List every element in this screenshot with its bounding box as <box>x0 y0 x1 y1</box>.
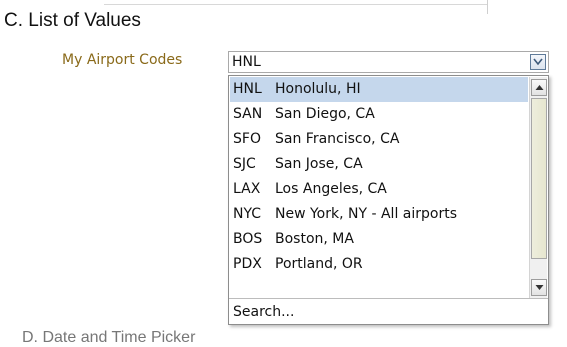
options-list: HNL Honolulu, HI SAN San Diego, CA SFO San Fr… <box>230 77 528 298</box>
option-name: Boston, MA <box>275 231 354 247</box>
dropdown-toggle-button[interactable] <box>530 54 546 70</box>
option-code: LAX <box>233 181 261 197</box>
arrow-up-icon <box>535 85 544 90</box>
option-nyc[interactable]: NYC New York, NY - All airports <box>230 202 528 227</box>
option-code: HNL <box>233 81 262 97</box>
option-sjc[interactable]: SJC San Jose, CA <box>230 152 528 177</box>
option-code: SFO <box>233 131 261 147</box>
scroll-down-button[interactable] <box>531 279 547 296</box>
option-name: New York, NY - All airports <box>275 206 458 222</box>
section-title: C. List of Values <box>4 10 141 31</box>
option-name: Los Angeles, CA <box>275 181 387 197</box>
option-name: San Jose, CA <box>275 156 363 172</box>
option-name: San Diego, CA <box>275 106 375 122</box>
scroll-thumb[interactable] <box>531 98 547 259</box>
dropdown-scrollbar[interactable] <box>529 77 547 298</box>
option-code: SJC <box>233 156 256 172</box>
option-lax[interactable]: LAX Los Angeles, CA <box>230 177 528 202</box>
option-san[interactable]: SAN San Diego, CA <box>230 102 528 127</box>
option-code: NYC <box>233 206 262 222</box>
option-bos[interactable]: BOS Boston, MA <box>230 227 528 252</box>
option-code: PDX <box>233 256 262 272</box>
top-divider <box>104 0 487 5</box>
option-code: BOS <box>233 231 263 247</box>
airport-codes-combobox[interactable]: HNL <box>228 51 549 73</box>
search-link[interactable]: Search... <box>233 300 294 324</box>
option-name: Portland, OR <box>275 256 363 272</box>
arrow-down-icon <box>535 285 544 290</box>
airport-codes-label: My Airport Codes <box>62 52 183 68</box>
option-name: Honolulu, HI <box>275 81 361 97</box>
combobox-value[interactable]: HNL <box>232 54 261 70</box>
option-code: SAN <box>233 106 263 122</box>
chevron-down-icon <box>533 58 543 66</box>
option-hnl[interactable]: HNL Honolulu, HI <box>230 77 528 102</box>
option-pdx[interactable]: PDX Portland, OR <box>230 252 528 277</box>
option-sfo[interactable]: SFO San Francisco, CA <box>230 127 528 152</box>
scroll-up-button[interactable] <box>531 79 547 96</box>
airport-codes-dropdown[interactable]: HNL Honolulu, HI SAN San Diego, CA SFO San Fr… <box>228 75 549 325</box>
next-section-title: D. Date and Time Picker <box>22 329 196 346</box>
top-divider-tick <box>487 0 488 14</box>
option-name: San Francisco, CA <box>275 131 400 147</box>
search-divider <box>229 298 548 299</box>
